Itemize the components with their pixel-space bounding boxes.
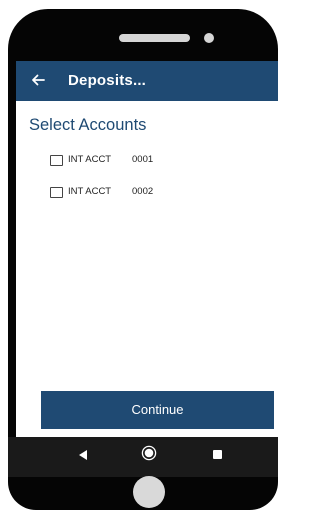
- app-screen: Deposits... Select Accounts INT ACCT 000…: [16, 61, 278, 437]
- triangle-back-icon[interactable]: [78, 449, 88, 461]
- front-camera: [204, 33, 214, 43]
- account-checkbox[interactable]: [50, 155, 63, 166]
- phone-frame: Deposits... Select Accounts INT ACCT 000…: [8, 9, 278, 510]
- system-nav-bar: [8, 437, 278, 477]
- page-title: Deposits...: [68, 72, 147, 89]
- continue-button[interactable]: Continue: [41, 391, 274, 429]
- account-checkbox[interactable]: [50, 187, 63, 198]
- circle-home-icon[interactable]: [141, 445, 157, 461]
- square-recents-icon[interactable]: [213, 450, 222, 459]
- section-title: Select Accounts: [29, 116, 147, 134]
- account-row-0001[interactable]: INT ACCT 0001: [50, 154, 190, 171]
- account-number: 0002: [132, 186, 154, 197]
- app-bar: Deposits...: [16, 61, 278, 101]
- speaker-grille: [119, 34, 190, 42]
- account-row-0002[interactable]: INT ACCT 0002: [50, 186, 190, 203]
- account-label: INT ACCT: [68, 154, 112, 165]
- account-label: INT ACCT: [68, 186, 112, 197]
- hardware-home-button[interactable]: [133, 476, 165, 508]
- account-number: 0001: [132, 154, 154, 165]
- arrow-left-icon[interactable]: [30, 72, 46, 88]
